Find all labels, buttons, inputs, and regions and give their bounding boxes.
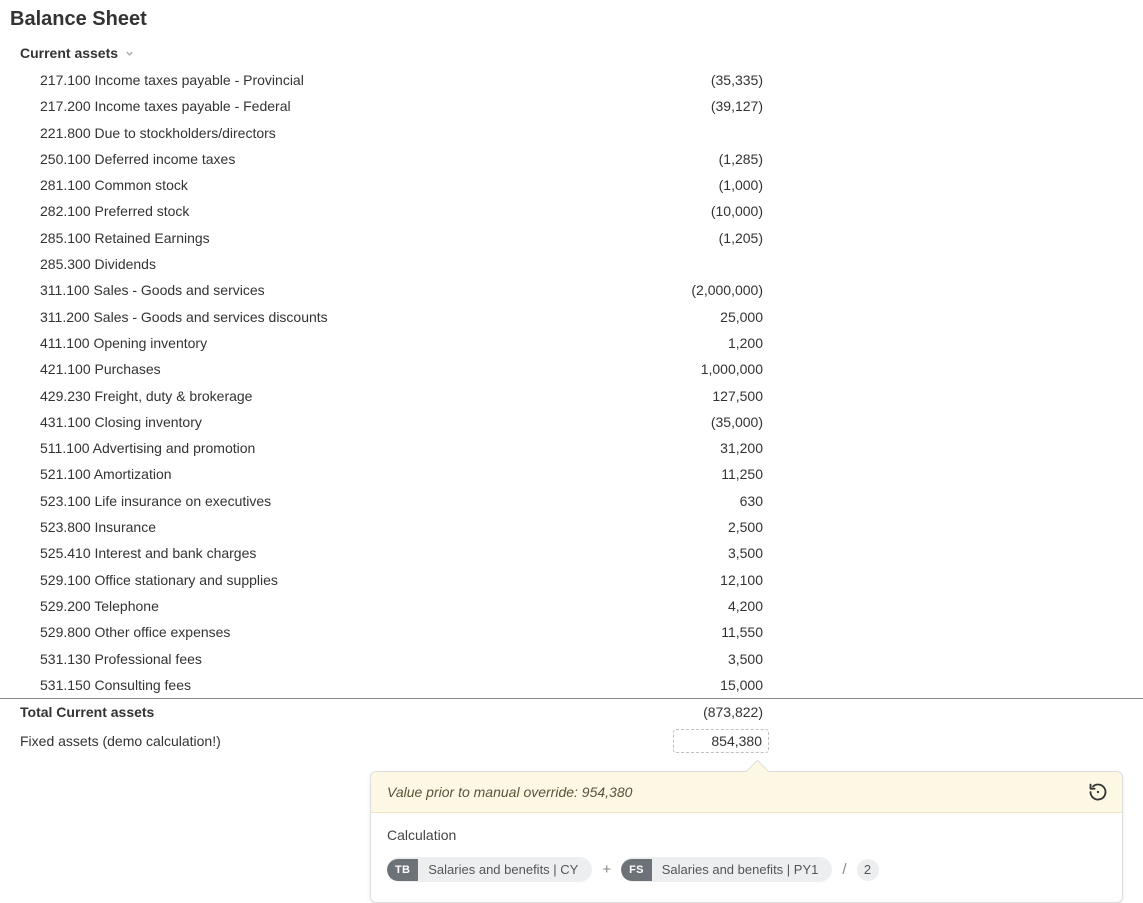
row-label: 311.200 Sales - Goods and services disco… (40, 307, 720, 327)
override-banner: Value prior to manual override: 954,380 (371, 772, 1122, 813)
row-value: 4,200 (728, 596, 1123, 616)
row-value: 11,250 (721, 464, 1123, 484)
row-value: 31,200 (720, 438, 1123, 458)
table-row[interactable]: 511.100 Advertising and promotion31,200 (0, 435, 1143, 461)
row-value: 3,500 (728, 543, 1123, 563)
row-value: (39,127) (711, 96, 1123, 116)
row-value: (10,000) (711, 201, 1123, 221)
table-row[interactable]: 529.800 Other office expenses11,550 (0, 619, 1143, 645)
row-label: 523.800 Insurance (40, 517, 728, 537)
chip-text: Salaries and benefits | CY (418, 857, 592, 882)
row-value: 2,500 (728, 517, 1123, 537)
row-value: 630 (740, 491, 1123, 511)
table-row[interactable]: 521.100 Amortization11,250 (0, 461, 1143, 487)
table-row[interactable]: 429.230 Freight, duty & brokerage127,500 (0, 383, 1143, 409)
table-row[interactable]: 523.100 Life insurance on executives630 (0, 488, 1143, 514)
row-label: 531.130 Professional fees (40, 649, 728, 669)
row-value: (2,000,000) (691, 280, 1123, 300)
row-label: 421.100 Purchases (40, 359, 701, 379)
table-row[interactable]: 221.800 Due to stockholders/directors (0, 120, 1143, 146)
table-row[interactable]: 411.100 Opening inventory1,200 (0, 330, 1143, 356)
chip-text: Salaries and benefits | PY1 (652, 857, 833, 882)
row-label: 529.200 Telephone (40, 596, 728, 616)
table-row[interactable]: 529.100 Office stationary and supplies12… (0, 567, 1143, 593)
row-label: 521.100 Amortization (40, 464, 721, 484)
table-row[interactable]: 531.130 Professional fees3,500 (0, 646, 1143, 672)
table-row[interactable]: 525.410 Interest and bank charges3,500 (0, 540, 1143, 566)
chip-badge: TB (387, 859, 418, 881)
op-plus: + (600, 861, 613, 878)
table-row[interactable]: 217.100 Income taxes payable - Provincia… (0, 67, 1143, 93)
calc-chip-tb[interactable]: TB Salaries and benefits | CY (387, 857, 592, 882)
row-value: 12,100 (720, 570, 1123, 590)
row-value: (1,285) (719, 149, 1123, 169)
fixed-assets-value[interactable]: 854,380 (673, 729, 769, 753)
calculation-expression: TB Salaries and benefits | CY + FS Salar… (387, 857, 1106, 882)
table-row[interactable]: 421.100 Purchases1,000,000 (0, 356, 1143, 382)
table-row[interactable]: 250.100 Deferred income taxes(1,285) (0, 146, 1143, 172)
row-label: 282.100 Preferred stock (40, 201, 711, 221)
row-label: 221.800 Due to stockholders/directors (40, 123, 763, 143)
page-title: Balance Sheet (0, 0, 1143, 41)
section-header-label: Current assets (20, 45, 118, 61)
table-row[interactable]: 431.100 Closing inventory(35,000) (0, 409, 1143, 435)
calc-divisor[interactable]: 2 (857, 859, 879, 881)
row-label: 285.100 Retained Earnings (40, 228, 719, 248)
row-value: 15,000 (720, 675, 1123, 695)
row-value: (1,000) (719, 175, 1123, 195)
total-row: Total Current assets (873,822) (0, 698, 1143, 725)
override-text: Value prior to manual override: 954,380 (387, 784, 632, 800)
row-label: 511.100 Advertising and promotion (40, 438, 720, 458)
row-label: 531.150 Consulting fees (40, 675, 720, 695)
row-label: 250.100 Deferred income taxes (40, 149, 719, 169)
row-label: 523.100 Life insurance on executives (40, 491, 740, 511)
row-value: 1,200 (728, 333, 1123, 353)
row-label: 529.100 Office stationary and supplies (40, 570, 720, 590)
calc-chip-fs[interactable]: FS Salaries and benefits | PY1 (621, 857, 832, 882)
row-value: 3,500 (728, 649, 1123, 669)
fixed-assets-row[interactable]: Fixed assets (demo calculation!) 854,380 (0, 725, 1143, 757)
restore-icon[interactable] (1088, 782, 1108, 802)
chip-badge: FS (621, 859, 652, 881)
row-label: 431.100 Closing inventory (40, 412, 711, 432)
table-row[interactable]: 217.200 Income taxes payable - Federal(3… (0, 93, 1143, 119)
row-label: 281.100 Common stock (40, 175, 719, 195)
section-header-current-assets[interactable]: Current assets (0, 41, 1143, 67)
total-value: (873,822) (703, 704, 1123, 720)
table-row[interactable]: 281.100 Common stock(1,000) (0, 172, 1143, 198)
row-label: 525.410 Interest and bank charges (40, 543, 728, 563)
table-row[interactable]: 282.100 Preferred stock(10,000) (0, 198, 1143, 224)
table-row[interactable]: 529.200 Telephone4,200 (0, 593, 1143, 619)
table-row[interactable]: 285.300 Dividends (0, 251, 1143, 277)
table-row[interactable]: 311.100 Sales - Goods and services(2,000… (0, 277, 1143, 303)
row-label: 217.100 Income taxes payable - Provincia… (40, 70, 711, 90)
row-value: 127,500 (712, 386, 1123, 406)
chevron-down-icon (124, 48, 135, 59)
table-row[interactable]: 285.100 Retained Earnings(1,205) (0, 225, 1143, 251)
calculation-label: Calculation (387, 827, 1106, 843)
row-label: 285.300 Dividends (40, 254, 763, 274)
total-label: Total Current assets (20, 704, 154, 720)
table-row[interactable]: 523.800 Insurance2,500 (0, 514, 1143, 540)
row-value: (35,335) (711, 70, 1123, 90)
op-divide: / (840, 861, 848, 878)
override-popover: Value prior to manual override: 954,380 … (370, 771, 1123, 903)
row-label: 217.200 Income taxes payable - Federal (40, 96, 711, 116)
row-value: 11,550 (721, 622, 1123, 642)
row-value: (35,000) (711, 412, 1123, 432)
row-value: 1,000,000 (701, 359, 1123, 379)
row-value: (1,205) (719, 228, 1123, 248)
fixed-assets-label: Fixed assets (demo calculation!) (20, 733, 673, 749)
row-label: 311.100 Sales - Goods and services (40, 280, 691, 300)
row-label: 429.230 Freight, duty & brokerage (40, 386, 712, 406)
table-row[interactable]: 311.200 Sales - Goods and services disco… (0, 304, 1143, 330)
row-label: 411.100 Opening inventory (40, 333, 728, 353)
row-label: 529.800 Other office expenses (40, 622, 721, 642)
row-value: 25,000 (720, 307, 1123, 327)
table-row[interactable]: 531.150 Consulting fees15,000 (0, 672, 1143, 698)
